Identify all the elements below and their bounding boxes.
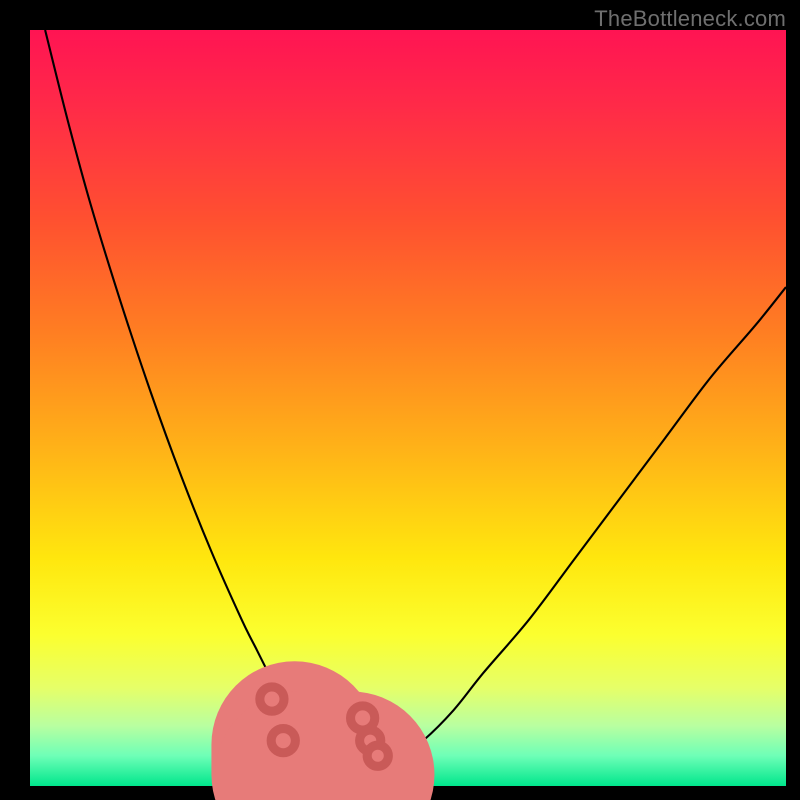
chart-frame: TheBottleneck.com — [0, 0, 800, 800]
marker-dot-1 — [271, 729, 295, 753]
plot-area — [30, 30, 786, 786]
curve-path — [45, 30, 786, 780]
marker-group — [260, 687, 389, 775]
watermark-text: TheBottleneck.com — [594, 6, 786, 32]
chart-svg — [30, 30, 786, 786]
marker-dot-0 — [260, 687, 284, 711]
marker-dot-4 — [367, 745, 388, 766]
